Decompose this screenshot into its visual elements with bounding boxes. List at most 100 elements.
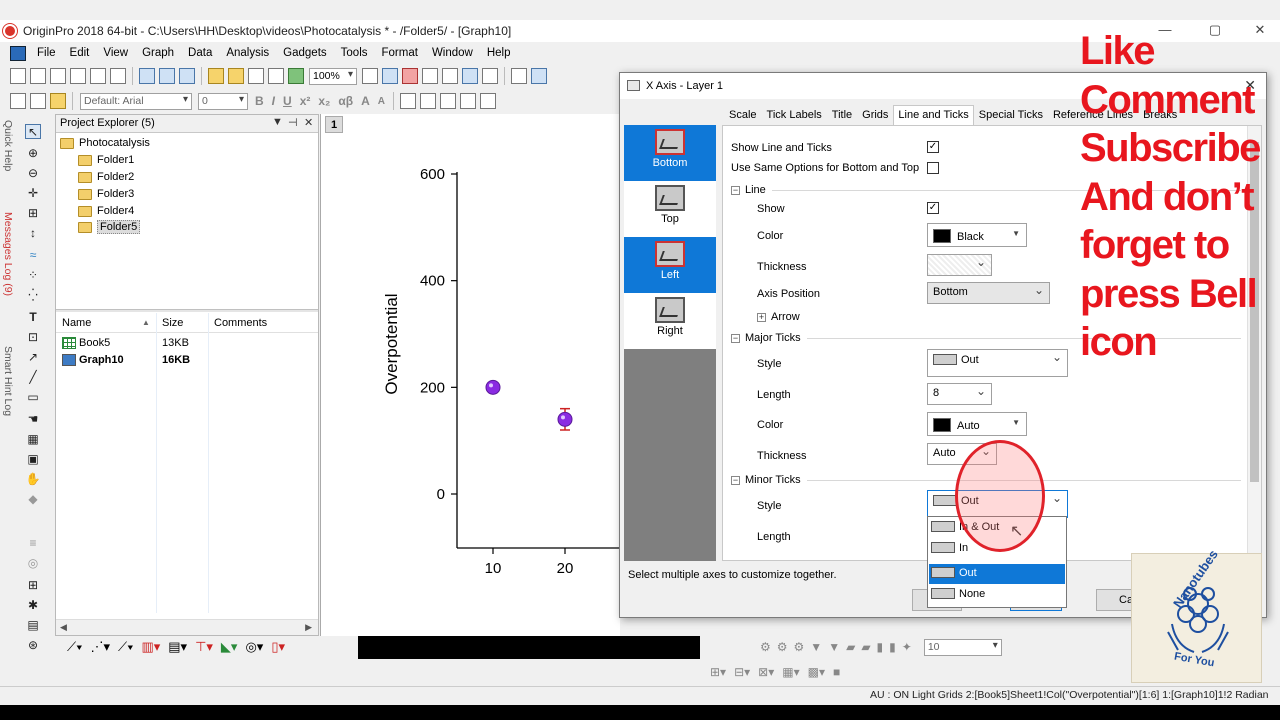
line-color-dropdown[interactable]: Black (927, 223, 1027, 247)
collapse-icon[interactable]: − (731, 333, 740, 343)
grid-tool-icon[interactable]: ▤ (25, 618, 41, 633)
greek-button[interactable]: αβ (338, 94, 353, 108)
menu-analysis[interactable]: Analysis (219, 47, 276, 59)
underline-button[interactable]: U (283, 94, 292, 108)
circle-tool-icon[interactable]: ◎ (25, 556, 41, 571)
hand-tool-icon[interactable]: ☚ (25, 412, 41, 427)
line-style-icon[interactable] (399, 93, 416, 109)
new-notes-icon[interactable] (139, 68, 155, 84)
major-style-dropdown[interactable]: Out (927, 349, 1068, 377)
line-tool-icon[interactable]: ╱ (25, 370, 41, 385)
axis-item-top[interactable]: Top (624, 181, 716, 237)
pe-close-icon[interactable]: ✕ (304, 116, 313, 129)
area-plot-icon[interactable]: ◣▾ (221, 639, 238, 655)
line-color-icon[interactable] (479, 93, 496, 109)
rescale-icon[interactable] (531, 68, 547, 84)
tree-item-folder3[interactable]: Folder3 (78, 186, 134, 202)
tab-tick-labels[interactable]: Tick Labels (762, 105, 827, 125)
axis-item-right[interactable]: Right (624, 293, 716, 349)
rectangle-tool-icon[interactable]: ▭ (25, 390, 41, 405)
major-color-dropdown[interactable]: Auto (927, 412, 1027, 436)
refresh-icon[interactable] (362, 68, 378, 84)
line-show-checkbox[interactable]: ✓ (927, 202, 939, 214)
open-icon[interactable] (208, 68, 224, 84)
pan-tool-icon[interactable]: ✋ (25, 472, 41, 487)
pe-splitter[interactable] (56, 309, 318, 312)
plus-tool-icon[interactable]: ⊞ (25, 578, 41, 593)
object-icon[interactable]: ⊞▾ (710, 665, 726, 679)
scroll-left-icon[interactable]: ◀ (60, 622, 67, 633)
object-icon[interactable]: ■ (833, 665, 840, 679)
style-icon[interactable]: ▼ (828, 640, 840, 654)
font-color-icon[interactable] (439, 93, 456, 109)
new-matrix-icon[interactable] (70, 68, 86, 84)
tree-item-folder4[interactable]: Folder4 (78, 203, 134, 219)
command-window-icon[interactable] (442, 68, 458, 84)
screen-reader-icon[interactable]: ⊞ (25, 206, 41, 221)
insert-image-icon[interactable]: ▣ (25, 452, 41, 467)
option-none[interactable]: None (929, 585, 1065, 605)
superscript-button[interactable]: x² (300, 94, 311, 108)
tab-line-and-ticks[interactable]: Line and Ticks (893, 105, 974, 125)
style-icon[interactable]: ▮ (889, 640, 896, 654)
new-function-icon[interactable] (90, 68, 106, 84)
scroll-right-icon[interactable]: ▶ (305, 622, 312, 633)
style-icon[interactable]: ▰ (846, 640, 855, 654)
style-icon[interactable]: ▮ (877, 640, 884, 654)
new-project-icon[interactable] (10, 68, 26, 84)
option-out[interactable]: Out (929, 564, 1065, 584)
app-menu-icon[interactable] (10, 45, 26, 61)
zoom-in-tool-icon[interactable]: ⊕ (25, 146, 41, 161)
draw-data-icon[interactable]: ≈ (25, 248, 41, 263)
axis-item-bottom[interactable]: Bottom (624, 125, 716, 181)
tree-item-folder1[interactable]: Folder1 (78, 152, 134, 168)
style-icon[interactable]: ▰ (861, 640, 870, 654)
line-symbol-icon[interactable]: ⟋▾ (118, 639, 133, 655)
paste-icon[interactable] (50, 93, 66, 109)
menu-edit[interactable]: Edit (63, 47, 97, 59)
use-same-options-checkbox[interactable] (927, 162, 939, 174)
star-tool-icon[interactable]: ✱ (25, 598, 41, 613)
pointer-tool-icon[interactable]: ↖ (25, 124, 41, 139)
menu-data[interactable]: Data (181, 47, 219, 59)
region-data-icon[interactable]: ⁘ (25, 268, 41, 283)
object-manager-icon[interactable] (482, 68, 498, 84)
data-selector-icon[interactable]: ↕ (25, 226, 41, 241)
pe-pin-icon[interactable]: ⊣ (288, 116, 298, 129)
file-row-graph10[interactable]: Graph10 16KB (62, 352, 190, 368)
tab-grids[interactable]: Grids (857, 105, 893, 125)
annotation-icon[interactable]: ⊡ (25, 330, 41, 345)
scatter-plot-icon[interactable]: ⋰▾ (90, 639, 110, 655)
tree-item-folder2[interactable]: Folder2 (78, 169, 134, 185)
pe-horizontal-scrollbar[interactable]: ◀ ▶ (56, 619, 318, 635)
menu-tools[interactable]: Tools (334, 47, 375, 59)
layer-contents-icon[interactable] (511, 68, 527, 84)
bold-button[interactable]: B (255, 94, 264, 108)
tab-scale[interactable]: Scale (724, 105, 762, 125)
style-icon[interactable]: ⚙ (777, 640, 788, 654)
style-icon[interactable]: ✦ (902, 640, 912, 654)
style-icon[interactable]: ⚙ (760, 640, 771, 654)
increase-font-button[interactable]: A (361, 94, 370, 108)
major-length-dropdown[interactable]: 8 (927, 383, 992, 405)
new-graph-icon[interactable] (50, 68, 66, 84)
line-width-icon[interactable] (419, 93, 436, 109)
menu-file[interactable]: File (30, 47, 63, 59)
col-name[interactable]: Name (62, 317, 91, 329)
cut-icon[interactable] (10, 93, 26, 109)
expand-icon[interactable]: + (757, 312, 766, 322)
recalculate-icon[interactable] (288, 68, 304, 84)
multi-panel-icon[interactable]: ▤▾ (168, 639, 187, 655)
object-icon[interactable]: ⊟▾ (734, 665, 750, 679)
collapse-icon[interactable]: − (731, 185, 740, 195)
fill-color-icon[interactable] (459, 93, 476, 109)
zoom-combo[interactable]: 100% (309, 67, 357, 85)
drag-handle-icon[interactable]: ≡ (25, 536, 41, 551)
col-comments[interactable]: Comments (214, 317, 267, 329)
menu-gadgets[interactable]: Gadgets (276, 47, 333, 59)
subscript-button[interactable]: x₂ (318, 94, 330, 108)
tree-root[interactable]: Photocatalysis (60, 135, 150, 151)
open-template-icon[interactable] (228, 68, 244, 84)
line-thickness-dropdown[interactable] (927, 254, 992, 276)
col-size[interactable]: Size (162, 317, 183, 329)
